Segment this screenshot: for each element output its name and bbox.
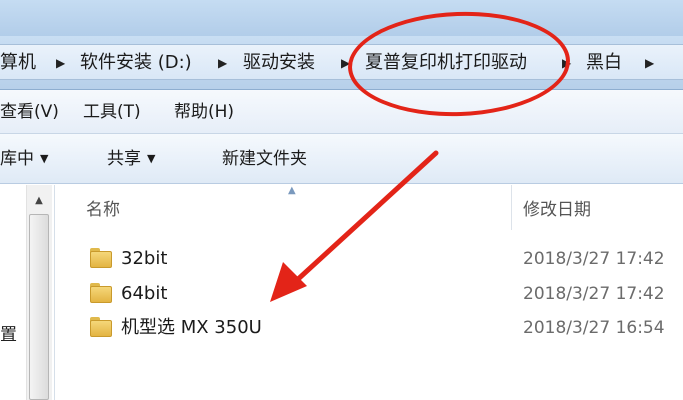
sort-ascending-icon: ▲ [288, 185, 296, 196]
new-folder-button[interactable]: 新建文件夹 [222, 134, 307, 184]
breadcrumb-item-black-white[interactable]: 黑白 [586, 45, 622, 81]
include-in-library-button[interactable]: 库中 ▼ [0, 134, 48, 184]
breadcrumb-item-sharp-driver[interactable]: 夏普复印机打印驱动 [365, 45, 527, 81]
menu-bar: 查看(V) 工具(T) 帮助(H) [0, 90, 683, 134]
file-row[interactable]: 64bit 2018/3/27 17:42 [80, 277, 683, 311]
column-header-name[interactable]: 名称 [86, 190, 120, 230]
folder-icon [90, 317, 112, 337]
breadcrumb-item-driver-install[interactable]: 驱动安装 [243, 45, 315, 81]
chevron-right-icon[interactable]: ▶ [645, 45, 654, 81]
breadcrumb[interactable]: 算机 ▶ 软件安装 (D:) ▶ 驱动安装 ▶ 夏普复印机打印驱动 ▶ 黑白 ▶ [0, 44, 683, 80]
file-row[interactable]: 32bit 2018/3/27 17:42 [80, 242, 683, 276]
caret-down-icon: ▼ [40, 152, 49, 165]
nav-item-partial[interactable]: 置 [0, 322, 17, 348]
nav-scrollbar-thumb[interactable] [29, 214, 49, 400]
folder-icon [90, 248, 112, 268]
file-row[interactable]: 机型选 MX 350U 2018/3/27 16:54 [80, 311, 683, 345]
address-bar: 算机 ▶ 软件安装 (D:) ▶ 驱动安装 ▶ 夏普复印机打印驱动 ▶ 黑白 ▶ [0, 36, 683, 90]
chevron-right-icon[interactable]: ▶ [562, 45, 571, 81]
share-button[interactable]: 共享 ▼ [107, 134, 155, 184]
file-name: 64bit [121, 283, 168, 304]
file-name: 机型选 MX 350U [121, 317, 262, 338]
chevron-right-icon[interactable]: ▶ [56, 45, 65, 81]
menu-help[interactable]: 帮助(H) [174, 90, 234, 134]
scroll-up-icon[interactable]: ▲ [26, 190, 52, 212]
chevron-right-icon[interactable]: ▶ [341, 45, 350, 81]
share-label: 共享 [107, 149, 141, 169]
chevron-right-icon[interactable]: ▶ [218, 45, 227, 81]
caret-down-icon: ▼ [147, 152, 156, 165]
command-toolbar: 库中 ▼ 共享 ▼ 新建文件夹 [0, 134, 683, 184]
file-name: 32bit [121, 248, 168, 269]
breadcrumb-item-computer[interactable]: 算机 [0, 45, 36, 81]
menu-view[interactable]: 查看(V) [0, 90, 59, 134]
column-divider[interactable] [511, 185, 512, 230]
breadcrumb-item-drive-d[interactable]: 软件安装 (D:) [80, 45, 192, 81]
file-modified: 2018/3/27 17:42 [523, 284, 665, 304]
column-header-modified[interactable]: 修改日期 [523, 190, 591, 230]
file-modified: 2018/3/27 16:54 [523, 318, 665, 338]
window-title-strip [0, 0, 683, 36]
include-in-library-label: 库中 [0, 149, 34, 169]
file-modified: 2018/3/27 17:42 [523, 249, 665, 269]
folder-icon [90, 283, 112, 303]
menu-tools[interactable]: 工具(T) [83, 90, 141, 134]
